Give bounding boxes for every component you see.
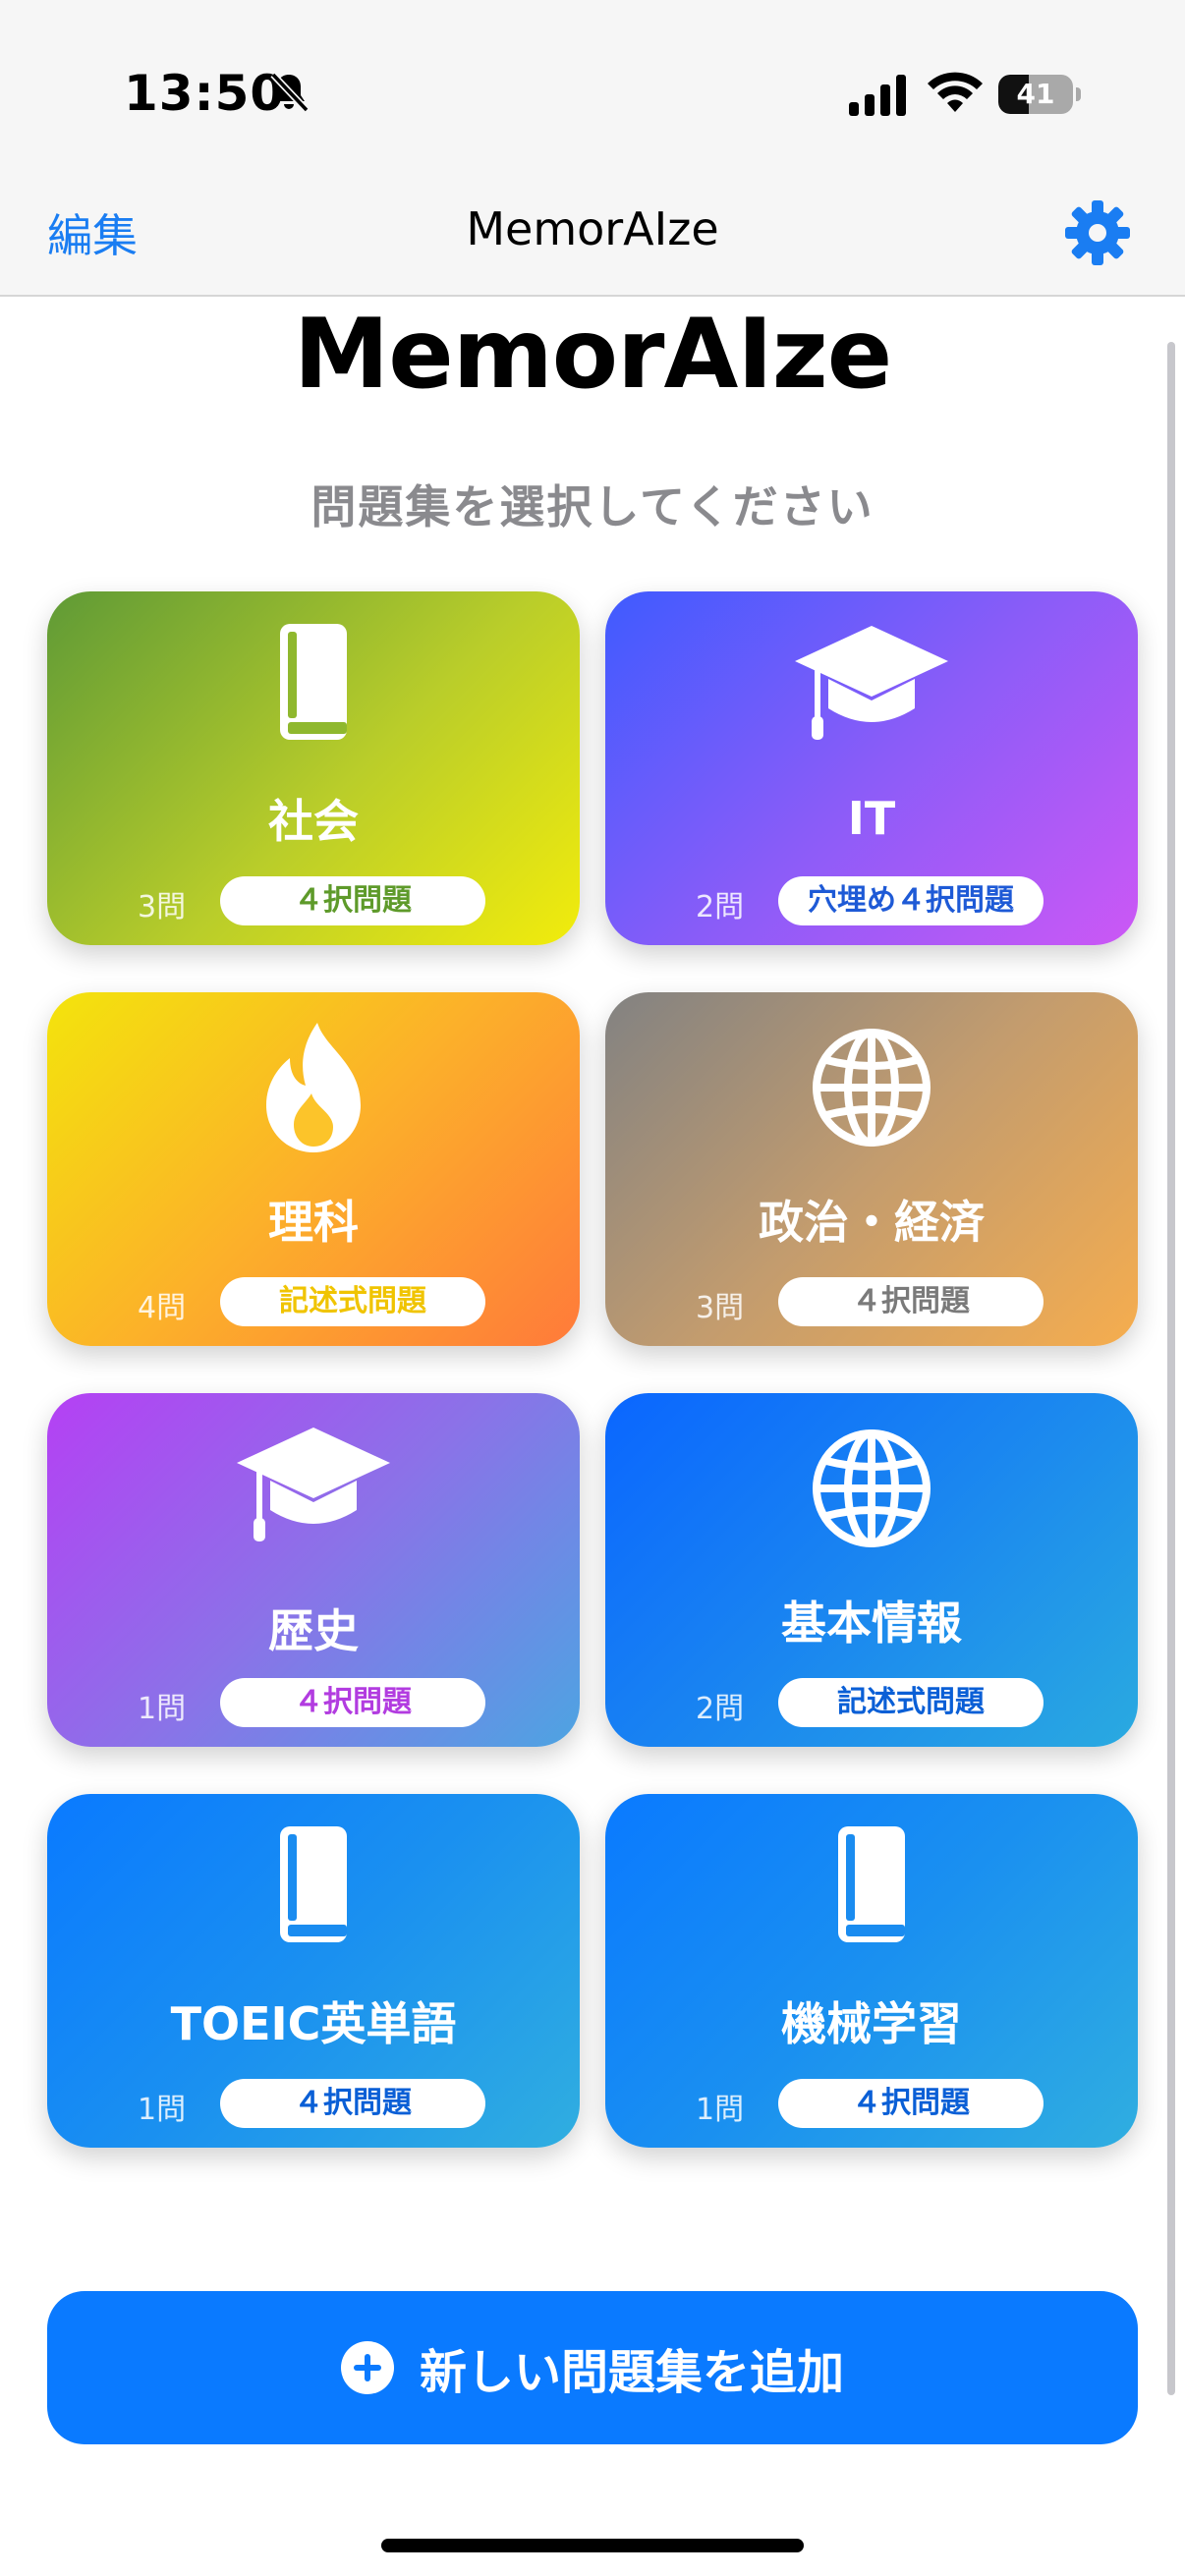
card-title: 歴史 (268, 1604, 359, 1657)
status-time: 13:50 (124, 65, 286, 122)
quiz-type-badge: 記述式問題 (778, 1678, 1044, 1727)
signal-icon (849, 75, 906, 116)
add-quiz-set-button[interactable]: 新しい問題集を追加 (47, 2291, 1138, 2444)
status-bar: 13:50 41 (0, 0, 1185, 177)
book-icon (280, 1826, 347, 1942)
card-title: 理科 (268, 1196, 359, 1249)
book-icon (280, 624, 347, 740)
quiz-type-badge: ４択問題 (220, 1678, 485, 1727)
flame-icon (266, 1023, 361, 1152)
question-count: 3問 (138, 890, 187, 924)
card-title: TOEIC英単語 (170, 1997, 457, 2050)
plus-circle-icon (340, 2341, 394, 2394)
nav-title: MemorAIze (466, 202, 719, 255)
question-count: 1問 (696, 2093, 745, 2127)
quiz-card-fundamental-info[interactable]: 基本情報 2問 記述式問題 (605, 1393, 1138, 1747)
graduation-cap-icon (795, 626, 948, 740)
graduation-cap-icon (237, 1428, 390, 1541)
quiz-card-social[interactable]: 社会 3問 ４択問題 (47, 591, 580, 945)
question-count: 1問 (138, 2093, 187, 2127)
quiz-card-science[interactable]: 理科 4問 記述式問題 (47, 992, 580, 1346)
battery-indicator: 41 (998, 75, 1081, 114)
card-title: 機械学習 (781, 1997, 962, 2050)
card-title: 政治・経済 (759, 1196, 985, 1249)
question-count: 1問 (138, 1692, 187, 1726)
page-subtitle: 問題集を選択してください (310, 480, 875, 533)
book-icon (838, 1826, 905, 1942)
quiz-card-machine-learning[interactable]: 機械学習 1問 ４択問題 (605, 1794, 1138, 2148)
gear-icon[interactable] (1063, 198, 1132, 267)
wifi-icon (928, 72, 983, 112)
card-title: 基本情報 (781, 1596, 962, 1650)
globe-icon (813, 1429, 931, 1547)
quiz-type-badge: ４択問題 (220, 2079, 485, 2128)
add-button-label: 新しい問題集を追加 (419, 2345, 844, 2400)
quiz-card-it[interactable]: IT 2問 穴埋め４択問題 (605, 591, 1138, 945)
app-title: MemorAIze (293, 299, 893, 411)
quiz-type-badge: 記述式問題 (220, 1277, 485, 1326)
quiz-type-badge: 穴埋め４択問題 (778, 876, 1044, 925)
battery-percentage: 41 (1016, 78, 1055, 110)
bell-slash-icon (270, 72, 310, 113)
quiz-type-badge: ４択問題 (778, 1277, 1044, 1326)
quiz-type-badge: ４択問題 (778, 2079, 1044, 2128)
question-count: 2問 (696, 890, 745, 924)
scroll-indicator[interactable] (1167, 342, 1175, 2395)
navigation-bar: 編集 MemorAIze (0, 177, 1185, 297)
quiz-type-badge: ４択問題 (220, 876, 485, 925)
card-title: IT (847, 792, 896, 845)
question-count: 3問 (696, 1291, 745, 1325)
card-title: 社会 (268, 795, 359, 848)
quiz-card-toeic[interactable]: TOEIC英単語 1問 ４択問題 (47, 1794, 580, 2148)
question-count: 2問 (696, 1692, 745, 1726)
globe-icon (813, 1029, 931, 1147)
quiz-card-politics-economy[interactable]: 政治・経済 3問 ４択問題 (605, 992, 1138, 1346)
quiz-card-history[interactable]: 歴史 1問 ４択問題 (47, 1393, 580, 1747)
question-count: 4問 (138, 1291, 187, 1325)
home-indicator[interactable] (381, 2539, 804, 2552)
